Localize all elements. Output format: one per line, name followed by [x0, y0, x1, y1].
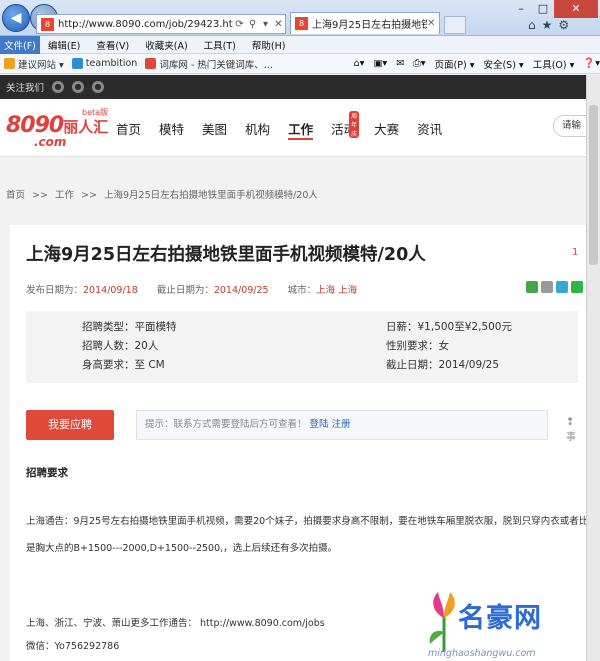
requirements-para-3: 上海、浙江、宁波、萧山更多工作通告： http://www.8090.com/j… [26, 618, 325, 629]
crumb-jobs[interactable]: 工作 [55, 190, 74, 201]
watermark-logo: 名豪网 minghaoshangwu.com [418, 588, 586, 661]
teambition-icon [71, 58, 83, 69]
menu-view[interactable]: 查看(V) [88, 38, 137, 52]
menu-edit[interactable]: 编辑(E) [40, 38, 88, 52]
crumb-sep: >> [81, 190, 97, 201]
menu-tools[interactable]: 工具(T) [196, 38, 244, 52]
top-follow-bar: 关注我们 ● ● ● [0, 75, 586, 99]
login-notice: 提示：联系方式需要登陆后方可查看！ 登陆 注册 [136, 410, 548, 440]
share-camera-icon[interactable] [541, 281, 553, 293]
weibo-icon[interactable]: ● [52, 81, 65, 93]
favorites-bar: 建议网站 ▾ teambition 词库网 - 热门关键词库、... ⌂▾ ▣▾… [0, 54, 600, 74]
breadcrumb: 首页 >> 工作 >> 上海9月25日左右拍摄地铁里面手机视频模特/20人 [6, 187, 322, 201]
site-favicon-icon: 8 [41, 17, 54, 31]
requirements-para-1: 上海通告：9月25号左右拍摄地铁里面手机视频，需要20个妹子，拍摄要求身高不限制… [26, 516, 586, 527]
nav-agencies[interactable]: 机构 [245, 119, 270, 140]
report-icon[interactable]: ❢ 事 [566, 417, 586, 443]
cmd-page[interactable]: 页面(P) ▾ [435, 57, 475, 71]
search-icon[interactable]: ⚲ [246, 19, 259, 30]
browser-tab[interactable]: 8 上海9月25日左右拍摄地铁... ✕ [290, 12, 440, 34]
share-qzone-icon[interactable] [526, 281, 538, 293]
requirements-para-4: 微信：Yo756292786 [26, 641, 120, 652]
site-search-input[interactable]: 请输 [553, 115, 586, 137]
rss-icon[interactable]: ▣▾ [373, 58, 387, 69]
menu-bar: 文件(F) 编辑(E) 查看(V) 收藏夹(A) 工具(T) 帮助(H) [0, 35, 600, 54]
info-end-date: 截止日期：2014/09/25 [386, 359, 500, 371]
home-star-gear-icons[interactable]: ⌂★⚙ [528, 18, 575, 32]
help-icon[interactable]: ❓▾ [583, 58, 600, 69]
nav-photos[interactable]: 美图 [202, 119, 227, 140]
share-qq-icon[interactable] [556, 281, 568, 293]
nav-news[interactable]: 资讯 [417, 119, 442, 140]
site-header: 8090丽人汇 .com beta版 首页 模特 美图 机构 工作 活动 周年庆 … [0, 99, 586, 157]
fav-ciku[interactable]: 词库网 - 热门关键词库、... [145, 57, 273, 71]
nav-home[interactable]: 首页 [116, 119, 141, 140]
deadline-date: 2014/09/25 [213, 285, 269, 296]
menu-file[interactable]: 文件(F) [0, 35, 40, 54]
job-info-box: 招聘类型：平面模特 招聘人数：20人 身高要求：至 CM 日薪：¥1,500至¥… [26, 311, 578, 383]
hot-badge: 周年庆 [349, 111, 360, 138]
login-link[interactable]: 登陆 [310, 419, 329, 430]
title-counter: 1 [572, 247, 579, 258]
cmd-tools[interactable]: 工具(O) ▾ [533, 57, 575, 71]
fav-teambition[interactable]: teambition [71, 58, 137, 69]
home-icon[interactable]: ⌂▾ [354, 58, 365, 69]
info-salary: 日薪：¥1,500至¥2,500元 [386, 321, 512, 333]
tab-close-icon[interactable]: ✕ [427, 18, 439, 29]
browser-titlebar: ◀ ▶ 8 http://www.8090.com/job/29423.html… [0, 0, 600, 36]
main-nav: 首页 模特 美图 机构 工作 活动 周年庆 大赛 资讯 [116, 111, 460, 140]
requirements-heading: 招聘要求 [26, 467, 68, 479]
menu-favorites[interactable]: 收藏夹(A) [137, 38, 195, 52]
crumb-current: 上海9月25日左右拍摄地铁里面手机视频模特/20人 [104, 190, 318, 201]
mail-icon[interactable]: ✉ [396, 58, 404, 69]
share-wechat-icon[interactable] [571, 281, 583, 293]
info-height: 身高要求：至 CM [82, 359, 165, 371]
info-type: 招聘类型：平面模特 [82, 321, 177, 333]
page-scrollbar[interactable] [586, 75, 600, 661]
wechat-icon[interactable]: ● [92, 81, 105, 93]
tab-favicon-icon: 8 [295, 17, 308, 30]
web-page: 关注我们 ● ● ● 8090丽人汇 .com beta版 首页 模特 美图 机… [0, 75, 586, 661]
info-count: 招聘人数：20人 [82, 340, 159, 352]
window-close-icon[interactable]: ✕ [554, 0, 598, 18]
follow-label: 关注我们 [6, 83, 45, 94]
qq-icon[interactable]: ● [72, 81, 85, 93]
requirements-para-2: 是胸大点的B+1500---2000,D+1500--2500,，选上后续还有多… [26, 543, 338, 554]
publish-date: 2014/09/18 [83, 285, 138, 296]
nav-models[interactable]: 模特 [159, 119, 184, 140]
job-meta: 发布日期为：2014/09/18 截止日期为：2014/09/25 城市：上海 … [26, 285, 358, 296]
maximize-icon[interactable]: □ [532, 0, 554, 18]
nav-contest[interactable]: 大赛 [374, 119, 399, 140]
compat-view-icon[interactable]: ⟳ [233, 19, 246, 30]
info-gender: 性别要求：女 [386, 340, 449, 352]
tab-title: 上海9月25日左右拍摄地铁... [312, 20, 427, 31]
scroll-thumb[interactable] [589, 105, 598, 265]
close-icon[interactable]: ✕ [272, 19, 285, 30]
back-arrow-icon[interactable]: ◀ [2, 4, 30, 32]
crumb-sep: >> [32, 190, 48, 201]
address-bar[interactable]: 8 http://www.8090.com/job/29423.html ⟳ ⚲… [36, 14, 286, 34]
crumb-home[interactable]: 首页 [6, 190, 25, 201]
star-icon [4, 58, 15, 69]
minimize-icon[interactable]: – [510, 0, 532, 18]
watermark-url: minghaoshangwu.com [428, 648, 536, 659]
new-tab-button[interactable] [444, 16, 466, 34]
chevron-down-icon[interactable]: ▾ [259, 19, 272, 30]
print-icon[interactable]: ⎙▾ [413, 58, 425, 69]
nav-events[interactable]: 活动 周年庆 [331, 111, 360, 140]
site-logo[interactable]: 8090丽人汇 .com beta版 [6, 108, 108, 149]
fav-suggested-sites[interactable]: 建议网站 ▾ [4, 57, 64, 71]
share-icons [526, 281, 586, 293]
command-bar: ⌂▾ ▣▾ ✉ ⎙▾ 页面(P) ▾ 安全(S) ▾ 工具(O) ▾ ❓▾ [345, 57, 600, 71]
job-title: 上海9月25日左右拍摄地铁里面手机视频模特/20人 [26, 245, 426, 265]
menu-help[interactable]: 帮助(H) [244, 38, 294, 52]
job-city: 上海 上海 [316, 285, 358, 296]
ciku-icon [145, 58, 157, 69]
cmd-safety[interactable]: 安全(S) ▾ [483, 57, 523, 71]
apply-button[interactable]: 我要应聘 [26, 410, 114, 440]
address-url[interactable]: http://www.8090.com/job/29423.html [58, 19, 233, 30]
register-link[interactable]: 注册 [332, 419, 351, 430]
watermark-name: 名豪网 [458, 603, 542, 634]
nav-jobs[interactable]: 工作 [288, 119, 314, 140]
